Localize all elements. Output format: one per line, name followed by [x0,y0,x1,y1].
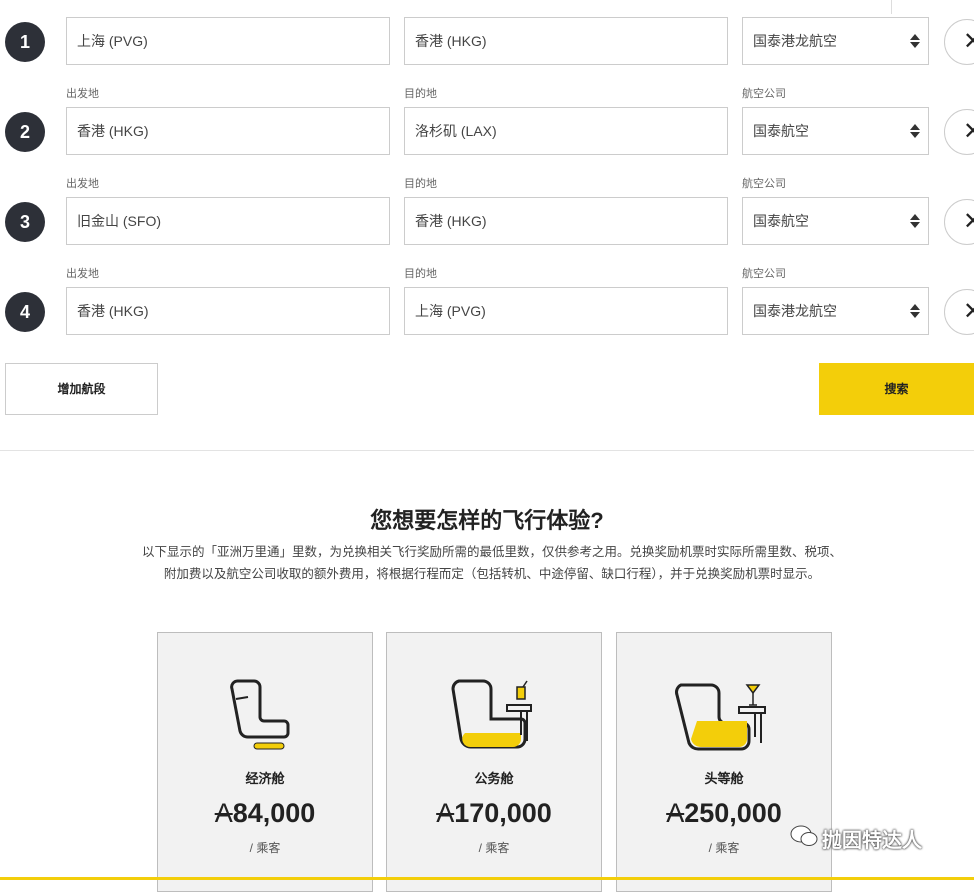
close-icon: ✕ [963,208,974,235]
destination-field[interactable]: 香港 (HKG) [404,17,728,65]
destination-field[interactable]: 洛杉矶 (LAX) [404,107,728,155]
destination-field[interactable]: 上海 (PVG) [404,287,728,335]
airline-select[interactable]: 国泰港龙航空 [742,287,929,335]
airline-select[interactable]: 国泰航空 [742,107,929,155]
destination-field[interactable]: 香港 (HKG) [404,197,728,245]
remove-leg-button[interactable]: ✕ [944,289,974,335]
sort-caret-icon [910,34,920,48]
first-seat-icon [675,683,766,751]
close-icon: ✕ [963,298,974,325]
miles-value: 84,000 [232,798,316,828]
asia-miles-symbol: A [436,798,455,828]
cabin-card-economy[interactable]: 经济舱 A84,000 / 乘客 [157,632,373,892]
wechat-icon [790,825,818,846]
economy-seat-icon [230,679,290,750]
add-leg-button[interactable]: 增加航段 [5,363,158,415]
asia-miles-symbol: A [214,798,233,828]
leg-number: 4 [5,292,45,332]
remove-leg-button[interactable]: ✕ [944,199,974,245]
asia-miles-symbol: A [666,798,685,828]
airline-label: 航空公司 [742,178,786,190]
cabin-miles: A170,000 [387,798,601,829]
sort-caret-icon [910,214,920,228]
close-icon: ✕ [963,118,974,145]
cabin-name: 头等舱 [704,771,744,786]
airline-select[interactable]: 国泰港龙航空 [742,17,929,65]
origin-field[interactable]: 上海 (PVG) [66,17,390,65]
origin-label: 出发地 [66,178,99,190]
miles-value: 250,000 [684,798,782,828]
remove-leg-button[interactable]: ✕ [944,109,974,155]
watermark-text: 抛因特达人 [822,830,922,852]
leg-number: 1 [5,22,45,62]
airline-value: 国泰港龙航空 [753,33,837,49]
remove-leg-button[interactable]: ✕ [944,19,974,65]
description-line-1: 以下显示的「亚洲万里通」里数，为兑换相关飞行奖励所需的最低里数，仅供参考之用。兑… [141,545,842,559]
experience-title: 您想要怎样的飞行体验? [370,508,604,533]
airline-value: 国泰港龙航空 [753,303,837,319]
airline-label: 航空公司 [742,268,786,280]
origin-field[interactable]: 香港 (HKG) [66,107,390,155]
per-passenger-label: / 乘客 [249,841,281,855]
airline-value: 国泰航空 [753,213,809,229]
origin-field[interactable]: 旧金山 (SFO) [66,197,390,245]
cabin-card-business[interactable]: 公务舱 A170,000 / 乘客 [386,632,602,892]
sort-caret-icon [910,124,920,138]
airline-select[interactable]: 国泰航空 [742,197,929,245]
section-divider [0,450,974,451]
experience-description: 以下显示的「亚洲万里通」里数，为兑换相关飞行奖励所需的最低里数，仅供参考之用。兑… [80,541,904,585]
airline-label: 航空公司 [742,88,786,100]
description-line-2: 附加费以及航空公司收取的额外费用，将根据行程而定（包括转机、中途停留、缺口行程）… [163,567,821,581]
cabin-miles: A84,000 [158,798,372,829]
cabin-name: 公务舱 [474,771,514,786]
origin-label: 出发地 [66,268,99,280]
airline-value: 国泰航空 [753,123,809,139]
search-button[interactable]: 搜索 [819,363,974,415]
sort-caret-icon [910,304,920,318]
origin-field[interactable]: 香港 (HKG) [66,287,390,335]
destination-label: 目的地 [404,268,437,280]
origin-label: 出发地 [66,88,99,100]
cabin-name: 经济舱 [245,771,285,786]
destination-label: 目的地 [404,178,437,190]
per-passenger-label: / 乘客 [478,841,510,855]
destination-label: 目的地 [404,88,437,100]
watermark: 抛因特达人 [790,818,960,858]
close-icon: ✕ [963,28,974,55]
leg-number: 2 [5,112,45,152]
business-seat-icon [451,679,532,749]
miles-value: 170,000 [454,798,552,828]
leg-number: 3 [5,202,45,242]
top-divider [891,0,892,14]
